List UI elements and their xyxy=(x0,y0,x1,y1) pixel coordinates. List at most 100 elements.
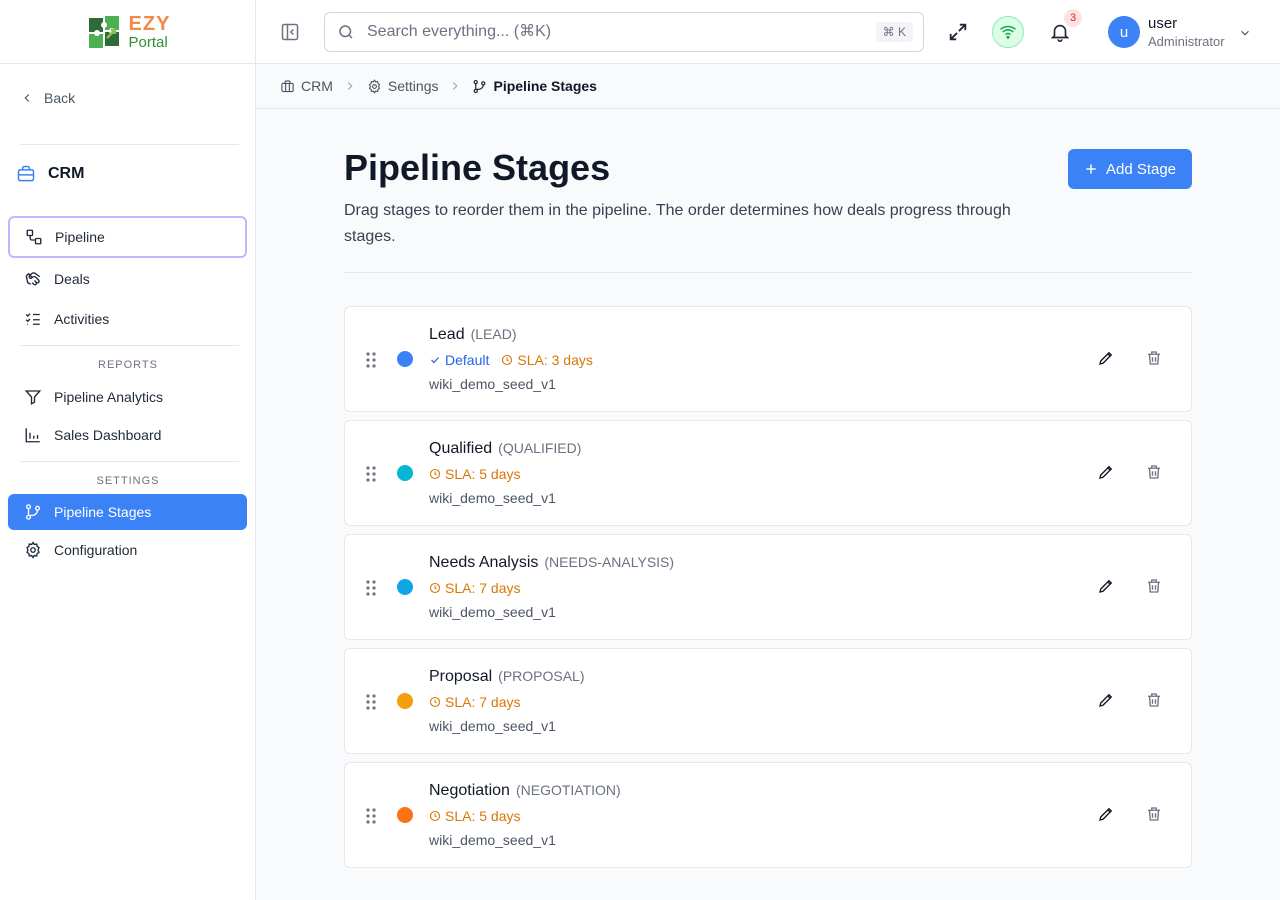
sidebar-item-configuration[interactable]: Configuration xyxy=(8,532,247,568)
edit-stage-button[interactable] xyxy=(1097,463,1115,486)
breadcrumb-label: Pipeline Stages xyxy=(493,78,597,94)
chevron-down-icon xyxy=(1241,30,1249,36)
stage-name: Lead xyxy=(429,326,465,343)
pencil-icon xyxy=(1099,579,1113,593)
stage-code: (LEAD) xyxy=(470,326,517,342)
sidebar-item-pipeline-analytics[interactable]: Pipeline Analytics xyxy=(8,379,247,415)
maximize-icon xyxy=(949,23,967,41)
clock-icon xyxy=(429,696,441,708)
workflow-icon xyxy=(26,229,42,245)
stage-card[interactable]: Proposal (PROPOSAL) SLA: 7 days wiki_demo… xyxy=(344,648,1192,754)
pencil-icon xyxy=(1099,807,1113,821)
stage-name: Negotiation xyxy=(429,782,510,799)
sla-tag: SLA: 7 days xyxy=(429,694,521,710)
drag-handle[interactable] xyxy=(365,351,377,374)
trash-icon xyxy=(1148,693,1160,707)
sidebar-item-activities[interactable]: Activities xyxy=(8,301,247,337)
stage-card[interactable]: Qualified (QUALIFIED) SLA: 5 days wiki_de… xyxy=(344,420,1192,526)
sla-label: SLA: 5 days xyxy=(445,808,521,824)
drag-handle[interactable] xyxy=(365,807,377,830)
module-title: CRM xyxy=(48,165,85,182)
drag-handle[interactable] xyxy=(365,465,377,488)
section-label-reports: REPORTS xyxy=(98,359,158,371)
stage-title: Negotiation (NEGOTIATION) xyxy=(429,782,621,800)
avatar[interactable]: u xyxy=(1108,16,1140,48)
sidebar-item-label: Deals xyxy=(54,271,90,287)
edit-stage-button[interactable] xyxy=(1097,805,1115,828)
breadcrumb-crm[interactable]: CRM xyxy=(280,78,333,94)
stage-card[interactable]: Needs Analysis (NEEDS-ANALYSIS) SLA: 7 da… xyxy=(344,534,1192,640)
sidebar-item-pipeline[interactable]: Pipeline xyxy=(8,216,247,258)
stage-card[interactable]: Lead (LEAD) Default SLA: 3 days wiki_demo… xyxy=(344,306,1192,412)
bar-chart-icon xyxy=(25,428,40,443)
user-name[interactable]: user xyxy=(1148,15,1177,32)
stage-color-dot xyxy=(397,693,413,709)
edit-stage-button[interactable] xyxy=(1097,691,1115,714)
delete-stage-button[interactable] xyxy=(1145,463,1163,486)
breadcrumb-label: CRM xyxy=(301,78,333,94)
drag-handle[interactable] xyxy=(365,579,377,602)
section-label-settings: SETTINGS xyxy=(96,475,160,487)
sidebar-item-pipeline-stages[interactable]: Pipeline Stages xyxy=(8,494,247,530)
grip-vertical-icon xyxy=(366,580,376,596)
back-link[interactable]: Back xyxy=(20,90,75,106)
delete-stage-button[interactable] xyxy=(1145,577,1163,600)
stage-title: Qualified (QUALIFIED) xyxy=(429,440,581,458)
global-search[interactable]: ⌘ K xyxy=(324,12,924,52)
sidebar-divider xyxy=(20,144,239,145)
sidebar-item-deals[interactable]: Deals xyxy=(8,261,247,297)
panel-left-icon xyxy=(281,23,299,41)
sidebar-item-label: Pipeline xyxy=(55,229,105,245)
trash-icon xyxy=(1148,807,1160,821)
sidebar-item-label: Activities xyxy=(54,311,110,327)
sidebar-item-sales-dashboard[interactable]: Sales Dashboard xyxy=(8,417,247,453)
stage-meta: SLA: 7 days xyxy=(429,580,521,596)
connection-status-button[interactable] xyxy=(992,16,1024,48)
user-role: Administrator xyxy=(1148,34,1225,49)
stage-title: Needs Analysis (NEEDS-ANALYSIS) xyxy=(429,554,674,572)
stage-name: Needs Analysis xyxy=(429,554,539,571)
stage-source: wiki_demo_seed_v1 xyxy=(429,718,556,734)
sidebar-item-label: Configuration xyxy=(54,542,138,558)
wifi-icon xyxy=(1000,25,1016,39)
stage-card[interactable]: Negotiation (NEGOTIATION) SLA: 5 days wik… xyxy=(344,762,1192,868)
sidebar-item-label: Pipeline Analytics xyxy=(54,389,163,405)
grip-vertical-icon xyxy=(366,694,376,710)
stage-code: (QUALIFIED) xyxy=(498,440,582,456)
drag-handle[interactable] xyxy=(365,693,377,716)
stage-source: wiki_demo_seed_v1 xyxy=(429,832,556,848)
clock-icon xyxy=(429,810,441,822)
grip-vertical-icon xyxy=(366,352,376,368)
search-input[interactable] xyxy=(367,23,857,41)
back-label: Back xyxy=(44,90,76,106)
stage-color-dot xyxy=(397,351,413,367)
search-icon xyxy=(339,25,353,39)
trash-icon xyxy=(1148,465,1160,479)
stage-code: (NEEDS-ANALYSIS) xyxy=(544,554,675,570)
delete-stage-button[interactable] xyxy=(1145,805,1163,828)
add-stage-button[interactable]: Add Stage xyxy=(1068,149,1192,189)
sla-tag: SLA: 7 days xyxy=(429,580,521,596)
edit-stage-button[interactable] xyxy=(1097,349,1115,372)
delete-stage-button[interactable] xyxy=(1145,349,1163,372)
stage-meta: SLA: 5 days xyxy=(429,808,521,824)
sla-tag: SLA: 5 days xyxy=(429,466,521,482)
edit-stage-button[interactable] xyxy=(1097,577,1115,600)
logo-portal: Portal xyxy=(128,33,168,51)
delete-stage-button[interactable] xyxy=(1145,691,1163,714)
sidebar-divider xyxy=(20,345,239,346)
user-menu-toggle[interactable] xyxy=(1238,26,1252,45)
grip-vertical-icon xyxy=(366,466,376,482)
sla-tag: SLA: 3 days xyxy=(501,352,593,368)
chevron-right-icon xyxy=(347,82,353,90)
breadcrumb: CRM Settings Pipeline Stages xyxy=(256,64,1280,109)
stage-source: wiki_demo_seed_v1 xyxy=(429,376,556,392)
sidebar-collapse-button[interactable] xyxy=(280,22,300,47)
logo[interactable]: EZY Portal xyxy=(85,12,171,52)
stage-list: Lead (LEAD) Default SLA: 3 days wiki_demo… xyxy=(344,306,1192,876)
stage-title: Proposal (PROPOSAL) xyxy=(429,668,585,686)
breadcrumb-settings[interactable]: Settings xyxy=(367,78,438,94)
breadcrumb-pipeline-stages: Pipeline Stages xyxy=(472,78,597,94)
fullscreen-button[interactable] xyxy=(946,20,970,44)
stage-name: Qualified xyxy=(429,440,493,457)
